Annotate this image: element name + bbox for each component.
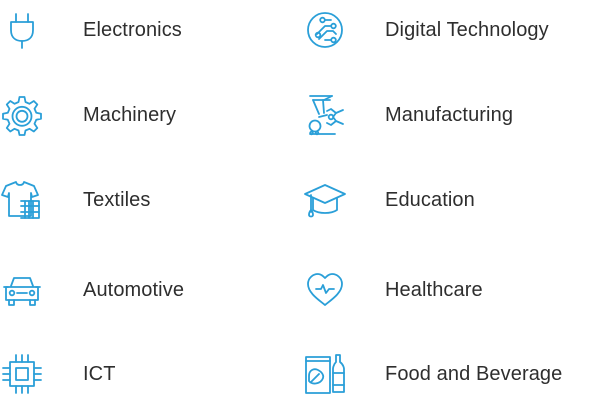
industry-label-food-and-beverage: Food and Beverage (385, 363, 563, 385)
graduation-cap-icon (303, 178, 347, 222)
industry-item-education[interactable]: Education (300, 178, 616, 222)
industry-label-manufacturing: Manufacturing (385, 104, 514, 126)
industry-item-food-and-beverage[interactable]: Food and Beverage (300, 352, 616, 396)
industry-label-ict: ICT (83, 363, 116, 385)
industry-item-ict[interactable]: ICT (0, 352, 280, 396)
heart-pulse-icon (303, 268, 347, 312)
industry-label-education: Education (385, 189, 475, 211)
industry-item-machinery[interactable]: Machinery (0, 93, 280, 137)
industry-label-automotive: Automotive (83, 279, 185, 301)
industry-item-automotive[interactable]: Automotive (0, 268, 280, 312)
industry-label-healthcare: Healthcare (385, 279, 483, 301)
industry-grid: Electronics Machinery Textiles Automotiv… (0, 0, 616, 398)
robot-arm-icon (303, 93, 347, 137)
industry-item-electronics[interactable]: Electronics (0, 8, 280, 52)
car-icon (0, 268, 44, 312)
industry-item-healthcare[interactable]: Healthcare (300, 268, 616, 312)
industry-label-electronics: Electronics (83, 19, 182, 41)
chip-icon (0, 352, 44, 396)
industry-label-textiles: Textiles (83, 189, 151, 211)
industry-item-digital-technology[interactable]: Digital Technology (300, 8, 616, 52)
plug-icon (0, 8, 44, 52)
food-bottle-icon (303, 352, 347, 396)
industry-label-digital-technology: Digital Technology (385, 19, 549, 41)
circuit-icon (303, 8, 347, 52)
industry-item-manufacturing[interactable]: Manufacturing (300, 93, 616, 137)
tshirt-icon (0, 178, 44, 222)
industry-item-textiles[interactable]: Textiles (0, 178, 280, 222)
gear-icon (0, 93, 44, 137)
industry-label-machinery: Machinery (83, 104, 177, 126)
